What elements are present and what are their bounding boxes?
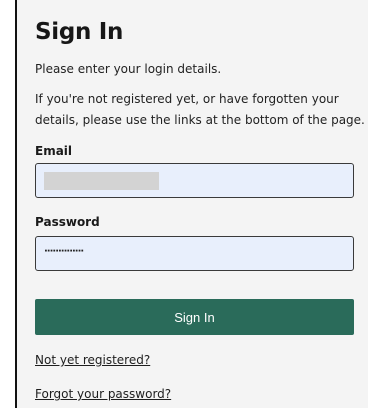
email-label: Email [35,144,73,158]
registration-info: If you're not registered yet, or have fo… [35,92,365,127]
password-mask: ·············· [44,245,84,257]
page-title: Sign In [35,19,124,45]
password-field[interactable]: ·············· [35,236,354,271]
sign-in-button[interactable]: Sign In [35,299,354,335]
email-field[interactable] [35,163,354,198]
password-label: Password [35,215,100,229]
register-link[interactable]: Not yet registered? [35,352,150,368]
redacted-email-value [44,171,159,190]
login-instructions: Please enter your login details. [35,62,222,76]
login-panel: Sign In Please enter your login details.… [17,0,368,408]
forgot-password-link[interactable]: Forgot your password? [35,386,171,402]
